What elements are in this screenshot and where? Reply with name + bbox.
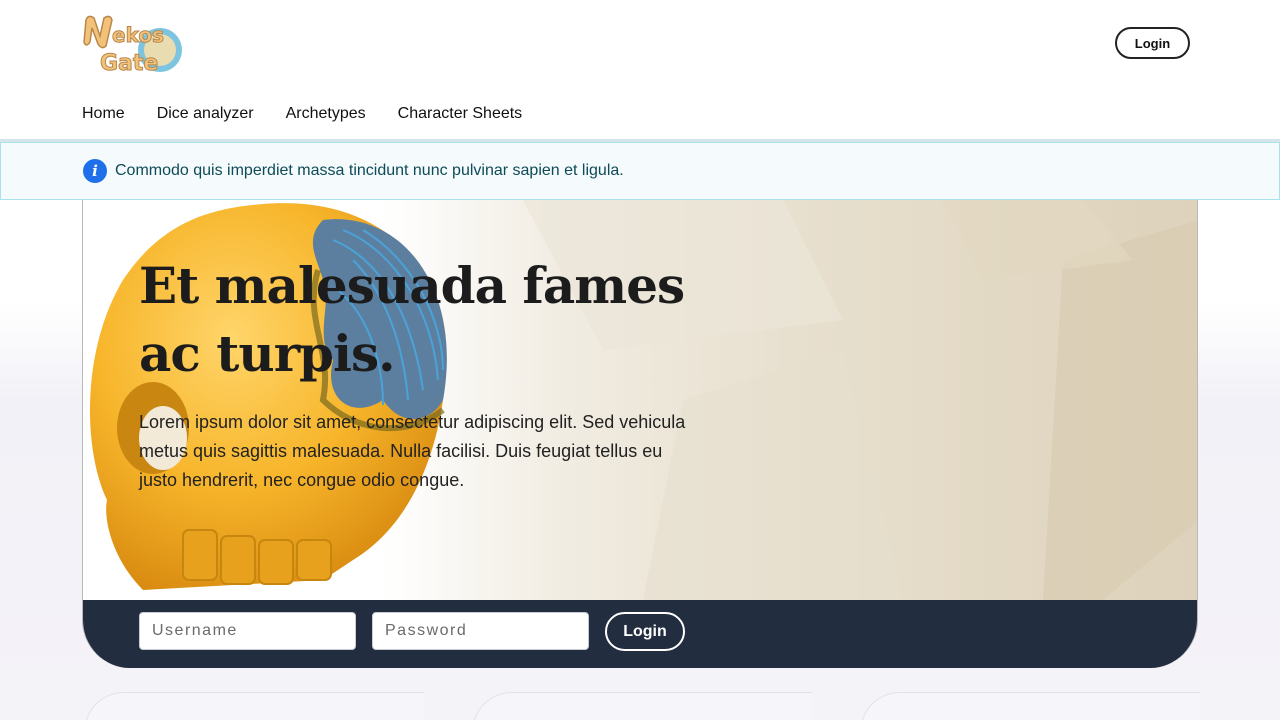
- nav-item-archetypes[interactable]: Archetypes: [286, 103, 366, 125]
- site-logo[interactable]: ekos Gate: [82, 12, 182, 77]
- info-banner: i Commodo quis imperdiet massa tincidunt…: [0, 142, 1280, 200]
- login-bar: Login: [83, 600, 1197, 668]
- site-header: ekos Gate Login Home Dice analyzer Arche…: [0, 0, 1280, 142]
- logo-icon: ekos Gate: [83, 15, 182, 77]
- feature-card: [84, 692, 424, 720]
- nav-item-dice-analyzer[interactable]: Dice analyzer: [157, 103, 254, 125]
- main-nav: Home Dice analyzer Archetypes Character …: [82, 103, 554, 125]
- feature-card: [472, 692, 812, 720]
- hero-section: Et malesuada fames ac turpis. Lorem ipsu…: [82, 200, 1198, 668]
- svg-text:ekos: ekos: [112, 23, 164, 47]
- username-input[interactable]: [139, 612, 356, 650]
- hero-title: Et malesuada fames ac turpis.: [139, 256, 685, 383]
- info-icon: i: [83, 159, 107, 183]
- feature-card: [860, 692, 1200, 720]
- hero-description: Lorem ipsum dolor sit amet, consectetur …: [139, 412, 686, 490]
- nav-item-character-sheets[interactable]: Character Sheets: [398, 103, 523, 125]
- password-input[interactable]: [372, 612, 589, 650]
- info-banner-text: Commodo quis imperdiet massa tincidunt n…: [115, 162, 624, 179]
- svg-text:Gate: Gate: [100, 51, 158, 74]
- header-login-button[interactable]: Login: [1115, 27, 1190, 59]
- login-submit-button[interactable]: Login: [605, 612, 685, 651]
- nav-item-home[interactable]: Home: [82, 103, 125, 125]
